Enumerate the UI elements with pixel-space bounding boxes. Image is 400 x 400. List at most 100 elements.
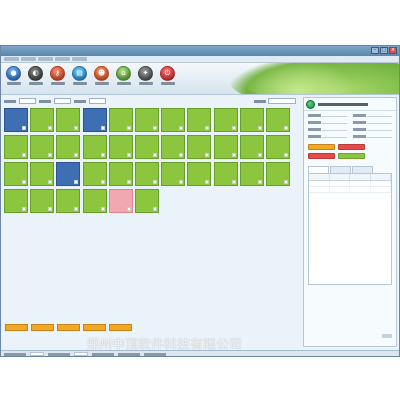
room-status bbox=[138, 168, 158, 172]
toolbar-button-8[interactable]: ⏻ bbox=[159, 66, 176, 85]
room-tile[interactable] bbox=[108, 189, 133, 213]
room-tile[interactable] bbox=[134, 135, 159, 159]
room-status bbox=[138, 195, 158, 199]
maximize-button[interactable]: □ bbox=[380, 47, 388, 54]
toolbar-button-7[interactable]: ✦ bbox=[137, 66, 154, 85]
menu-item-1[interactable] bbox=[4, 57, 19, 61]
room-status-icon bbox=[152, 153, 157, 157]
table-row[interactable] bbox=[309, 187, 391, 193]
room-tile[interactable] bbox=[265, 135, 290, 159]
room-tile[interactable] bbox=[56, 108, 81, 132]
room-status-icon bbox=[205, 180, 210, 184]
detail-field-label bbox=[353, 135, 366, 138]
room-tile[interactable] bbox=[239, 108, 264, 132]
room-tile[interactable] bbox=[108, 135, 133, 159]
room-tile[interactable] bbox=[134, 162, 159, 186]
room-status-icon bbox=[126, 126, 131, 130]
room-tile[interactable] bbox=[30, 162, 55, 186]
room-status bbox=[33, 141, 53, 145]
building-filter-select[interactable] bbox=[19, 98, 36, 104]
room-action-button[interactable] bbox=[308, 144, 335, 150]
close-button[interactable]: × bbox=[389, 47, 397, 54]
room-status-icon bbox=[205, 126, 210, 130]
room-tile[interactable] bbox=[265, 162, 290, 186]
panel-tab-3[interactable] bbox=[352, 166, 373, 173]
room-status-icon bbox=[100, 180, 105, 184]
legend-item[interactable] bbox=[5, 324, 28, 331]
toolbar-button-2[interactable]: ◐ bbox=[27, 66, 44, 85]
room-tile[interactable] bbox=[82, 189, 107, 213]
legend-item[interactable] bbox=[31, 324, 54, 331]
room-action-button[interactable] bbox=[308, 153, 335, 159]
detail-field-label bbox=[308, 135, 321, 138]
room-tile[interactable] bbox=[4, 108, 28, 132]
minimize-button[interactable]: – bbox=[371, 47, 379, 54]
room-tile[interactable] bbox=[56, 135, 81, 159]
toolbar-button-5[interactable]: ☻ bbox=[93, 66, 110, 85]
room-status-icon bbox=[48, 126, 53, 130]
room-tile[interactable] bbox=[4, 135, 28, 159]
room-tile[interactable] bbox=[30, 189, 55, 213]
toolbar-button-3[interactable]: ⚷ bbox=[49, 66, 66, 85]
room-status-icon bbox=[22, 180, 26, 184]
room-tile[interactable] bbox=[30, 135, 55, 159]
panel-tab-2[interactable] bbox=[330, 166, 351, 173]
room-tile[interactable] bbox=[82, 162, 107, 186]
room-tile[interactable] bbox=[213, 162, 238, 186]
search-input[interactable] bbox=[268, 98, 296, 104]
room-tile[interactable] bbox=[265, 108, 290, 132]
room-tile[interactable] bbox=[161, 108, 186, 132]
room-tile[interactable] bbox=[56, 189, 81, 213]
detail-field-value bbox=[322, 114, 347, 117]
menu-item-5[interactable] bbox=[72, 57, 87, 61]
detail-field-value bbox=[367, 114, 392, 117]
room-tile[interactable] bbox=[187, 108, 212, 132]
room-status-icon bbox=[48, 153, 53, 157]
room-tile[interactable] bbox=[134, 189, 159, 213]
room-tile[interactable] bbox=[187, 162, 212, 186]
room-status bbox=[217, 114, 237, 118]
floor-filter-select[interactable] bbox=[54, 98, 71, 104]
toolbar-button-4[interactable]: ▤ bbox=[71, 66, 88, 85]
panel-scrollbar[interactable] bbox=[382, 334, 392, 338]
room-status-icon bbox=[74, 180, 79, 184]
room-tile[interactable] bbox=[108, 108, 133, 132]
menu-item-2[interactable] bbox=[21, 57, 36, 61]
room-status-icon bbox=[283, 153, 288, 157]
panel-tab-1[interactable] bbox=[308, 166, 329, 173]
people-icon: ☻ bbox=[94, 66, 109, 81]
legend-item[interactable] bbox=[109, 324, 132, 331]
room-tile[interactable] bbox=[161, 135, 186, 159]
menu-item-3[interactable] bbox=[38, 57, 53, 61]
room-type-filter-select[interactable] bbox=[89, 98, 106, 104]
room-tile[interactable] bbox=[213, 108, 238, 132]
room-status bbox=[112, 141, 132, 145]
room-status-icon bbox=[22, 153, 26, 157]
room-tile[interactable] bbox=[4, 162, 28, 186]
toolbar-label-5 bbox=[94, 82, 109, 85]
legend-item[interactable] bbox=[57, 324, 80, 331]
room-tile[interactable] bbox=[82, 108, 107, 132]
room-tile[interactable] bbox=[134, 108, 159, 132]
room-action-button[interactable] bbox=[338, 153, 365, 159]
menu-item-4[interactable] bbox=[55, 57, 70, 61]
room-action-button[interactable] bbox=[338, 144, 365, 150]
room-tile[interactable] bbox=[187, 135, 212, 159]
room-status bbox=[190, 141, 210, 145]
room-tile[interactable] bbox=[239, 162, 264, 186]
legend-item[interactable] bbox=[83, 324, 106, 331]
room-tile[interactable] bbox=[4, 189, 28, 213]
filter-bar bbox=[4, 97, 296, 105]
room-tile[interactable] bbox=[161, 162, 186, 186]
room-status-icon bbox=[257, 153, 262, 157]
room-tile[interactable] bbox=[82, 135, 107, 159]
room-status bbox=[33, 168, 53, 172]
toolbar-button-1[interactable]: ● bbox=[5, 66, 22, 85]
room-tile[interactable] bbox=[213, 135, 238, 159]
room-tile[interactable] bbox=[56, 162, 81, 186]
toolbar-button-6[interactable]: ⌂ bbox=[115, 66, 132, 85]
room-tile[interactable] bbox=[239, 135, 264, 159]
room-status-icon bbox=[100, 153, 105, 157]
room-tile[interactable] bbox=[108, 162, 133, 186]
room-tile[interactable] bbox=[30, 108, 55, 132]
